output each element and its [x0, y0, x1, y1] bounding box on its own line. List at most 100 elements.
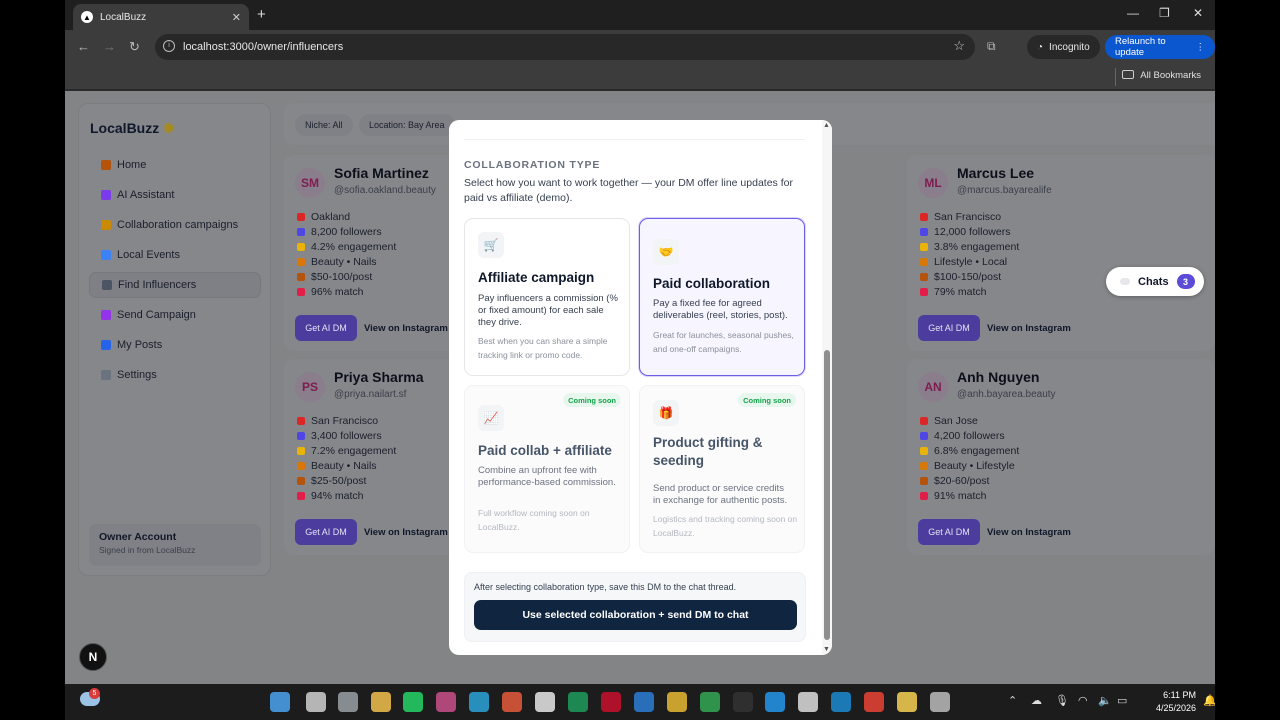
back-icon[interactable]: ←	[77, 39, 90, 54]
collaboration-modal: COLLABORATION TYPE Select how you want t…	[449, 120, 832, 655]
notification-icon[interactable]: 🔔	[1203, 694, 1215, 707]
influencer-niche-text: Beauty • Nails	[311, 460, 377, 472]
excel-icon[interactable]	[568, 692, 588, 712]
folder-icon	[1122, 70, 1135, 79]
mcafee-icon[interactable]	[601, 692, 621, 712]
sidebar-item-my-posts[interactable]: My Posts	[89, 332, 261, 358]
file-explorer-icon[interactable]	[371, 692, 391, 712]
sidebar-item-send-campaign[interactable]: Send Campaign	[89, 302, 261, 328]
view-instagram-link[interactable]: View on Instagram	[987, 519, 1071, 545]
sidebar-item-icon	[101, 250, 111, 260]
scroll-up-icon[interactable]: ▲	[823, 122, 830, 129]
chrome-icon[interactable]	[667, 692, 687, 712]
bookmark-star-icon[interactable]: ☆	[953, 38, 965, 54]
app-icon[interactable]	[930, 692, 950, 712]
tab-title: LocalBuzz	[100, 11, 147, 23]
relaunch-button[interactable]: Relaunch to update ⋮	[1105, 35, 1215, 59]
address-bar[interactable]: i localhost:3000/owner/influencers ☆	[155, 34, 975, 60]
chrome-icon-3[interactable]	[864, 692, 884, 712]
close-window-icon[interactable]: ✕	[1193, 6, 1203, 20]
sidebar-item-icon	[101, 310, 111, 320]
volume-icon[interactable]: 🔈	[1098, 694, 1112, 707]
location-pin-icon	[297, 417, 305, 425]
scroll-down-icon[interactable]: ▼	[823, 646, 830, 653]
target-icon	[297, 492, 305, 500]
get-ai-dm-button[interactable]: Get AI DM	[295, 315, 357, 341]
chart-spark-icon	[297, 447, 305, 455]
get-ai-dm-button[interactable]: Get AI DM	[918, 519, 980, 545]
people-icon	[297, 432, 305, 440]
wifi-icon[interactable]: ◠	[1078, 694, 1088, 707]
chrome-icon-2[interactable]	[700, 692, 720, 712]
view-instagram-link[interactable]: View on Instagram	[987, 315, 1071, 341]
sidebar-item-collaboration-campaigns[interactable]: Collaboration campaigns	[89, 212, 261, 238]
view-instagram-link[interactable]: View on Instagram	[364, 519, 448, 545]
chats-button[interactable]: Chats 3	[1106, 267, 1204, 296]
brand-logo[interactable]: LocalBuzz ✹	[90, 120, 175, 137]
notepad-icon[interactable]	[535, 692, 555, 712]
collab-option-product-gifting-seeding: Coming soon 🎁 Product gifting & seeding Sen…	[639, 385, 805, 553]
dev-tools-n-icon[interactable]: N	[79, 643, 107, 671]
minimize-icon[interactable]: —	[1127, 6, 1139, 20]
tray-chevron-icon[interactable]: ⌃	[1008, 694, 1017, 707]
maximize-icon[interactable]: ❐	[1159, 6, 1170, 20]
incognito-indicator[interactable]: ◔ Incognito	[1027, 35, 1100, 59]
search-icon[interactable]	[306, 692, 326, 712]
mic-icon[interactable]: 🎙	[1055, 694, 1069, 707]
sidebar-item-find-influencers[interactable]: Find Influencers	[89, 272, 261, 298]
reload-icon[interactable]: ↻	[129, 39, 140, 55]
chats-count-badge: 3	[1176, 274, 1195, 289]
soccer-icon[interactable]	[798, 692, 818, 712]
task-view-icon[interactable]	[338, 692, 358, 712]
battery-icon[interactable]: ▭	[1117, 694, 1127, 707]
whatsapp-icon[interactable]	[403, 692, 423, 712]
scroll-thumb[interactable]	[824, 350, 830, 640]
start-icon[interactable]	[270, 692, 290, 712]
influencer-followers-text: 3,400 followers	[311, 430, 382, 442]
tab-localbuzz[interactable]: ▲ LocalBuzz ✕	[73, 4, 249, 30]
modal-divider	[464, 139, 805, 140]
money-bag-icon	[297, 477, 305, 485]
influencer-followers-text: 12,000 followers	[934, 226, 1011, 238]
get-ai-dm-button[interactable]: Get AI DM	[918, 315, 980, 341]
sidebar-item-home[interactable]: Home	[89, 152, 261, 178]
browser-toolbar: ← → ↻ i localhost:3000/owner/influencers…	[65, 30, 1215, 64]
modal-scrollbar[interactable]: ▲ ▼	[822, 120, 832, 655]
new-tab-icon[interactable]: +	[257, 6, 266, 23]
influencer-niche-text: Lifestyle • Local	[934, 256, 1008, 268]
sun-icon: ✹	[163, 120, 175, 136]
filter-niche[interactable]: Niche: All	[295, 114, 353, 136]
terminal-icon[interactable]	[733, 692, 753, 712]
influencer-engagement-text: 3.8% engagement	[934, 241, 1020, 253]
influencer-followers: 8,200 followers	[297, 226, 382, 238]
option-description: Combine an upfront fee with performance-…	[478, 465, 616, 488]
sidebar-item-local-events[interactable]: Local Events	[89, 242, 261, 268]
sidebar-item-settings[interactable]: Settings	[89, 362, 261, 388]
option-description: Send product or service credits in excha…	[653, 483, 788, 506]
target-icon	[297, 288, 305, 296]
site-info-icon[interactable]: i	[163, 40, 175, 52]
sidebar-item-ai-assistant[interactable]: AI Assistant	[89, 182, 261, 208]
close-tab-icon[interactable]: ✕	[232, 11, 241, 24]
cloud-icon[interactable]: ☁	[1031, 694, 1042, 707]
collab-option-paid-collaboration[interactable]: 🤝 Paid collaboration Pay a fixed fee for a…	[639, 218, 805, 376]
clock[interactable]: 6:11 PM 4/25/2026	[1141, 689, 1196, 715]
collab-option-affiliate-campaign[interactable]: 🛒 Affiliate campaign Pay influencers a com…	[464, 218, 630, 376]
forward-icon[interactable]: →	[103, 39, 116, 54]
edge-icon[interactable]	[469, 692, 489, 712]
filter-location[interactable]: Location: Bay Area	[359, 114, 455, 136]
cast-icon[interactable]: ⧉	[987, 39, 996, 54]
view-instagram-link[interactable]: View on Instagram	[364, 315, 448, 341]
pen-app-icon[interactable]	[436, 692, 456, 712]
vscode-icon[interactable]	[831, 692, 851, 712]
get-ai-dm-button[interactable]: Get AI DM	[295, 519, 357, 545]
store-icon[interactable]	[502, 692, 522, 712]
influencer-followers-text: 4,200 followers	[934, 430, 1005, 442]
docker-icon[interactable]	[765, 692, 785, 712]
all-bookmarks[interactable]: All Bookmarks	[1122, 70, 1201, 81]
outlook-icon[interactable]	[634, 692, 654, 712]
sticky-notes-icon[interactable]	[897, 692, 917, 712]
option-title: Affiliate campaign	[478, 270, 595, 285]
send-dm-button[interactable]: Use selected collaboration + send DM to …	[474, 600, 797, 630]
owner-account[interactable]: Owner Account Signed in from LocalBuzz	[89, 524, 261, 566]
